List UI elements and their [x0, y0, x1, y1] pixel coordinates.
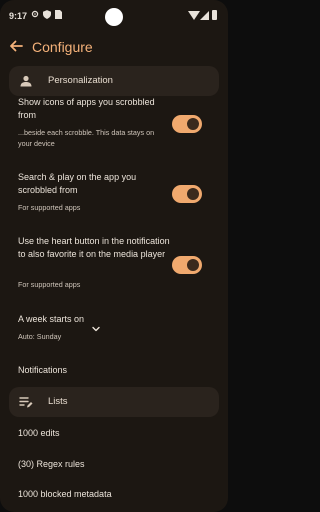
heart-button-toggle[interactable] [172, 256, 202, 274]
toggle-knob [187, 118, 199, 130]
arrow-back-icon[interactable] [8, 38, 24, 54]
toggle-knob [187, 188, 199, 200]
setting-subtitle: For supported apps [18, 203, 81, 212]
sim-icon [55, 10, 62, 19]
section-label: Lists [48, 396, 68, 407]
phone-screen: 9:17 Configure Personalization Show icon… [0, 0, 228, 512]
list-edit-icon [19, 397, 33, 408]
page-title: Configure [32, 39, 93, 55]
search-play-toggle[interactable] [172, 185, 202, 203]
section-label: Personalization [48, 75, 113, 86]
status-bar: 9:17 [0, 0, 228, 30]
chevron-down-icon [92, 326, 100, 332]
app-bar: Configure [0, 36, 228, 60]
toggle-knob [187, 259, 199, 271]
shield-icon [43, 10, 51, 19]
list-item-edits[interactable]: 1000 edits [18, 427, 60, 440]
list-item-blocked[interactable]: 1000 blocked metadata [18, 488, 112, 501]
setting-title: Use the heart button in the notification… [18, 236, 170, 259]
section-personalization: Personalization [9, 66, 219, 96]
list-item-regex[interactable]: (30) Regex rules [18, 458, 85, 471]
signal-icon [200, 11, 209, 20]
status-time: 9:17 [9, 11, 28, 21]
week-start-value: Auto: Sunday [18, 332, 62, 341]
gear-icon [31, 10, 39, 18]
setting-title: Show icons of apps you scrobbled from [18, 97, 155, 120]
wifi-icon [188, 11, 200, 20]
person-icon [20, 75, 32, 87]
battery-icon [212, 10, 217, 20]
show-icons-toggle[interactable] [172, 115, 202, 133]
setting-notifications[interactable]: Notifications [18, 364, 67, 377]
section-lists: Lists [9, 387, 219, 417]
setting-title: A week starts on [18, 314, 85, 324]
setting-subtitle: For supported apps [18, 280, 81, 289]
camera-cutout [105, 8, 123, 26]
setting-subtitle: ...beside each scrobble. This data stays… [18, 128, 155, 148]
setting-title: Search & play on the app you scrobbled f… [18, 172, 137, 195]
